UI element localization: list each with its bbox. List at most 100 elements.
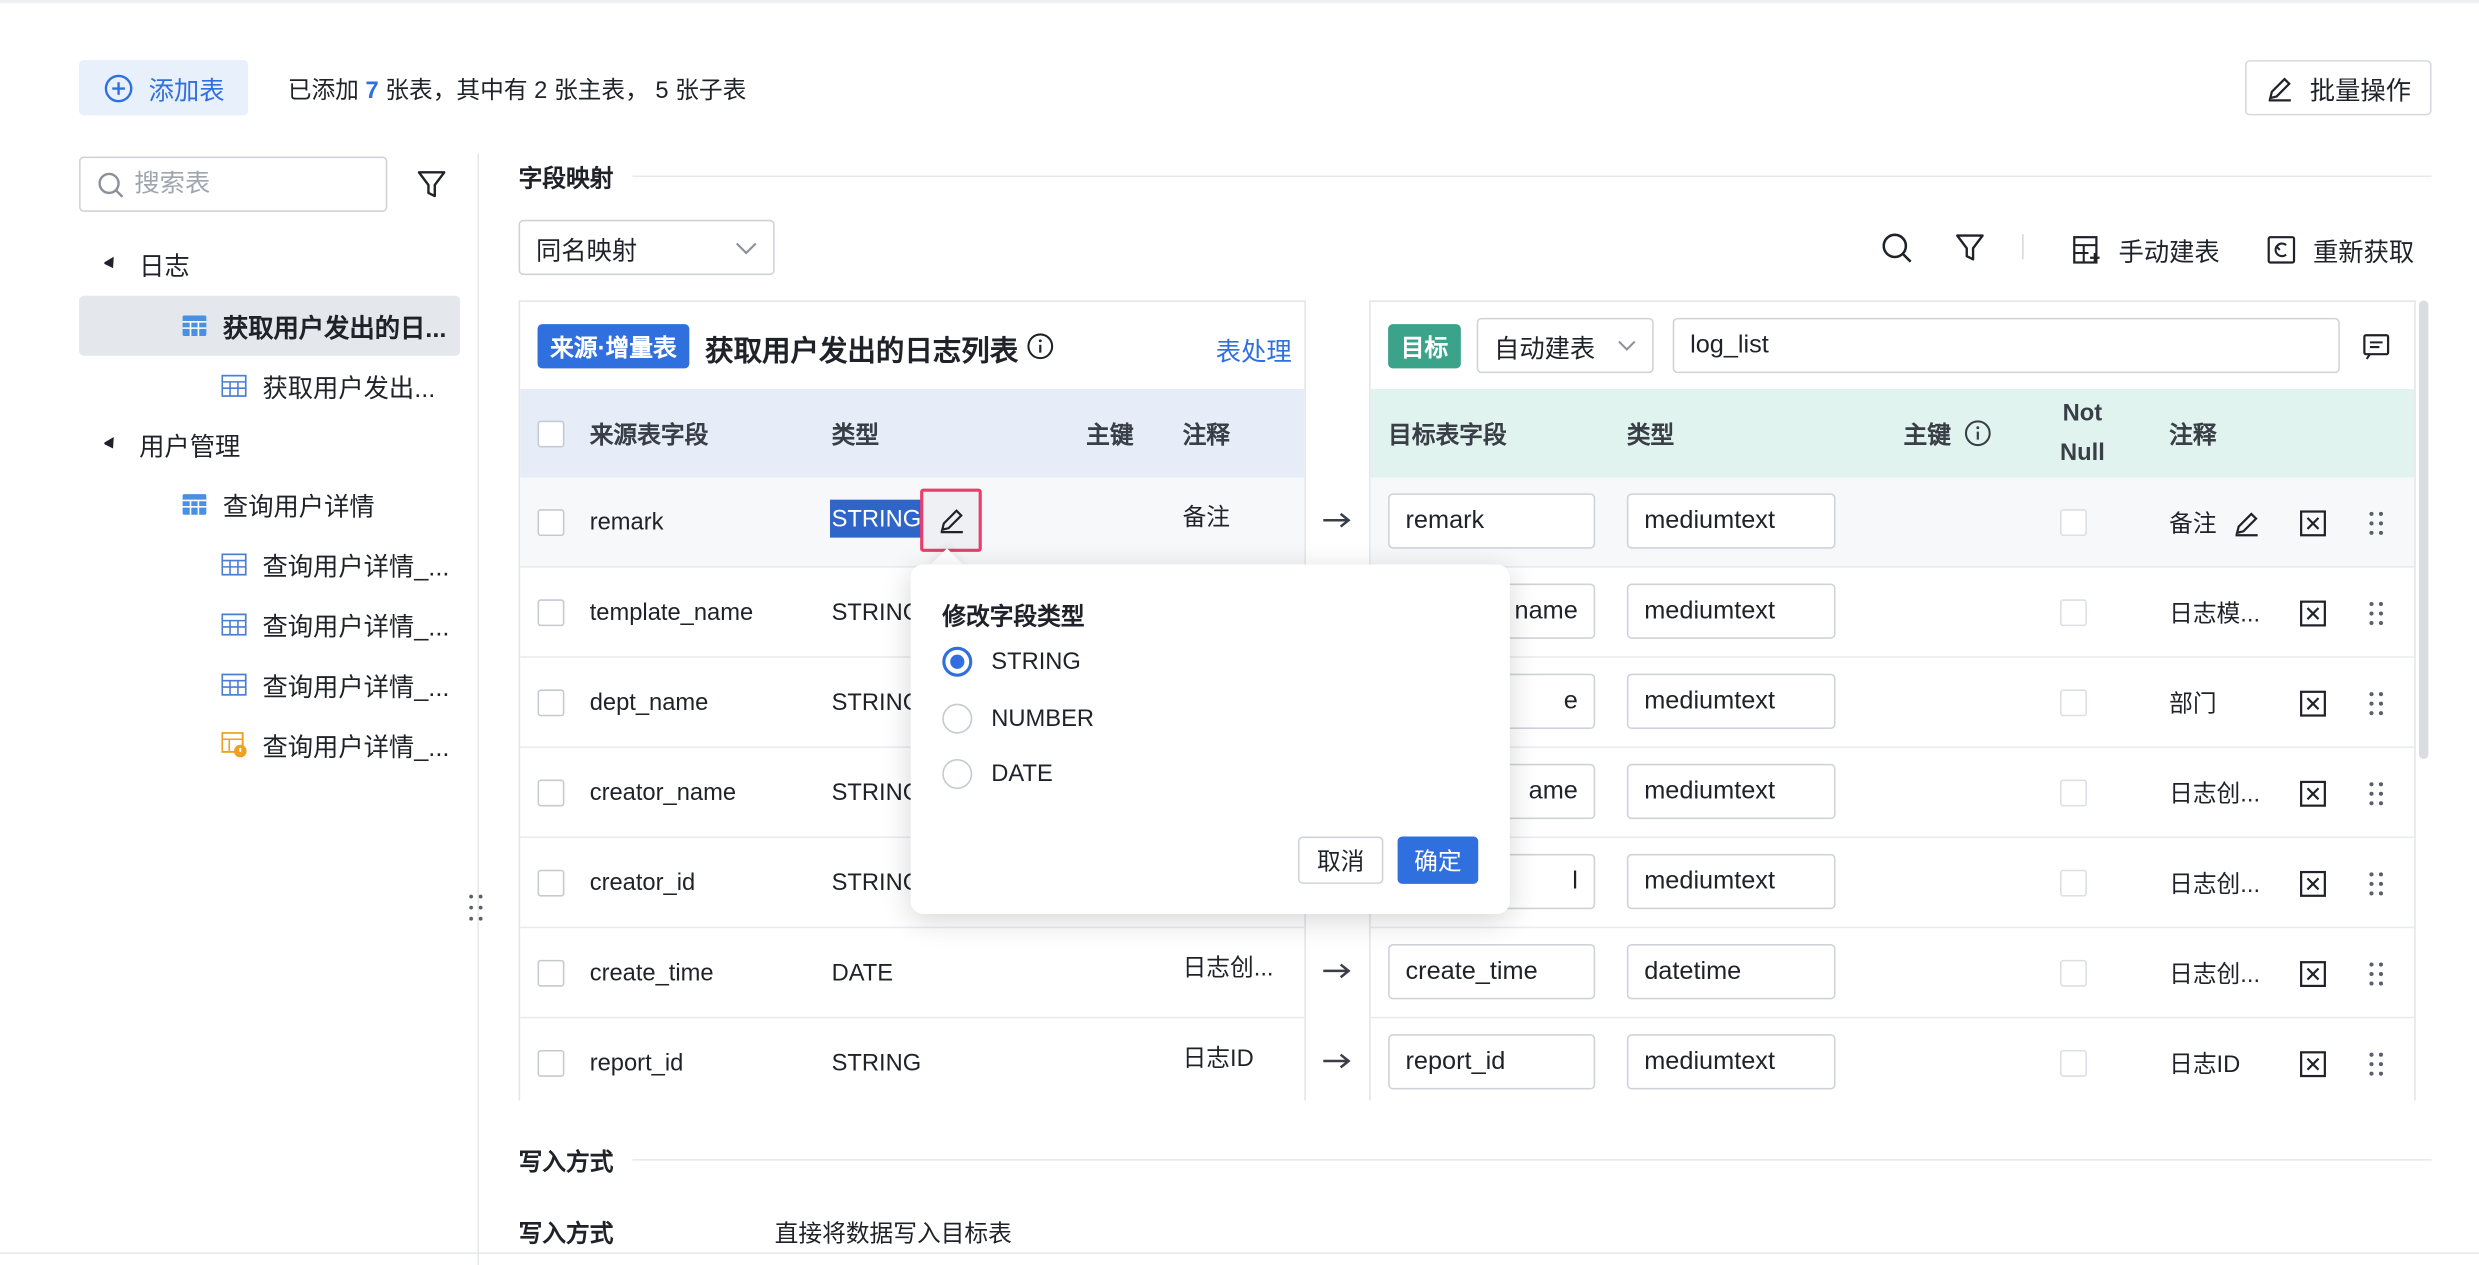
tree-group-label: 用户管理 [139,434,241,462]
not-null-checkbox[interactable] [2060,1049,2087,1077]
edit-type-button[interactable] [920,488,982,552]
target-type-input[interactable] [1626,944,1836,1000]
table-row[interactable]: 日志模... [1370,568,2415,658]
not-null-checkbox[interactable] [2060,509,2087,537]
radio-button[interactable] [942,703,973,734]
row-checkbox[interactable] [537,689,565,717]
tree-item-user-detail-sub-1[interactable]: 查询用户详情_... [221,534,458,594]
row-checkbox[interactable] [537,599,565,627]
source-table-title: 获取用户发出的日志列表 [705,335,1019,367]
comment-icon[interactable] [2362,332,2390,360]
row-checkbox[interactable] [537,959,565,987]
target-comment-text: 日志ID [2169,1051,2241,1079]
drag-handle-icon[interactable] [2368,959,2384,987]
delete-field-icon[interactable] [2299,599,2327,627]
filter-icon[interactable] [1953,231,1988,266]
chevron-down-icon [736,241,757,254]
arrow-right-icon [1323,1053,1351,1069]
filter-icon[interactable] [414,168,449,203]
tree-item-log-sub[interactable]: 获取用户发出... [221,356,458,416]
delete-field-icon[interactable] [2299,869,2327,897]
row-checkbox[interactable] [537,779,565,807]
batch-operation-label: 批量操作 [2309,78,2412,106]
radio-option-string[interactable]: STRING [942,646,1081,677]
drag-handle-icon[interactable] [2368,869,2384,897]
tree-group-log[interactable]: 日志 [104,234,468,294]
tree-item-log-list[interactable]: 获取用户发出的日... [79,295,461,356]
table-search-input[interactable] [134,169,356,199]
table-row[interactable]: 备注 [1370,477,2415,568]
page: 添加表 已添加 7 张表，其中有 2 张主表， 5 张子表 批量操作 日志 获取… [0,0,2479,1265]
row-checkbox[interactable] [537,509,565,537]
vertical-scrollbar[interactable] [2418,300,2429,759]
sub-table-icon [221,553,247,576]
info-icon[interactable] [1964,419,1992,447]
cancel-button[interactable]: 取消 [1297,836,1384,884]
drag-handle-icon[interactable] [2368,508,2384,536]
delete-field-icon[interactable] [2299,1049,2327,1077]
target-type-input[interactable] [1626,763,1836,820]
target-field-input[interactable] [1388,944,1596,1000]
table-row[interactable]: 日志创... [1370,928,2415,1019]
table-process-link[interactable]: 表处理 [1216,330,1292,368]
target-type-input[interactable] [1626,493,1836,549]
target-type-input[interactable] [1626,1034,1836,1090]
tree-item-user-detail[interactable]: 查询用户详情 [182,474,467,534]
delete-field-icon[interactable] [2299,689,2327,717]
table-row[interactable]: 日志ID [1371,1018,2414,1100]
delete-field-icon[interactable] [2299,779,2327,807]
add-table-button[interactable]: 添加表 [79,60,249,116]
drag-handle-icon[interactable] [2368,1049,2384,1077]
selected-type-text[interactable]: STRING [830,499,923,538]
not-null-checkbox[interactable] [2060,869,2087,897]
table-row[interactable]: report_id STRING 日志ID [520,1018,1304,1100]
tree-group-user-management[interactable]: 用户管理 [104,414,468,474]
table-row[interactable]: 日志创... [1370,748,2415,839]
drag-handle-icon[interactable] [2368,779,2384,807]
target-field-input[interactable] [1388,493,1596,549]
manual-create-table-button[interactable]: 手动建表 [2071,231,2220,269]
delete-field-icon[interactable] [2299,959,2327,987]
tree-item-user-detail-sub-2[interactable]: 查询用户详情_... [221,595,458,655]
target-type-input[interactable] [1626,673,1836,729]
radio-option-number[interactable]: NUMBER [942,703,1094,734]
search-icon[interactable] [1880,231,1915,266]
create-mode-select[interactable]: 自动建表 [1476,317,1654,374]
target-type-input[interactable] [1626,583,1836,639]
confirm-button[interactable]: 确定 [1397,836,1479,884]
row-checkbox[interactable] [537,869,565,897]
tree-item-user-detail-sub-4[interactable]: 查询用户详情_... [221,715,458,775]
row-checkbox[interactable] [537,1049,565,1077]
not-null-checkbox[interactable] [2060,959,2087,987]
target-type-input[interactable] [1626,853,1836,910]
not-null-checkbox[interactable] [2060,689,2087,717]
drag-handle-icon[interactable] [2368,689,2384,717]
radio-button[interactable] [942,646,973,677]
sub-table-icon [221,673,247,696]
table-row[interactable]: create_time DATE 日志创... [520,928,1305,1019]
target-field-input[interactable] [1388,1034,1596,1090]
target-table-name-input[interactable] [1672,317,2340,374]
radio-option-date[interactable]: DATE [942,759,1053,790]
radio-button[interactable] [942,759,973,790]
tree-item-label: 查询用户详情_... [262,735,450,763]
info-icon[interactable] [1026,332,1054,360]
batch-operation-button[interactable]: 批量操作 [2245,60,2432,116]
source-field-comment: 日志ID [1182,1045,1254,1073]
not-null-checkbox[interactable] [2060,779,2087,807]
summary-rest: 张表，其中有 2 张主表， 5 张子表 [385,77,747,105]
not-null-checkbox[interactable] [2060,599,2087,627]
delete-field-icon[interactable] [2299,508,2327,536]
drag-handle-icon[interactable] [2368,599,2384,627]
tree-item-user-detail-sub-3[interactable]: 查询用户详情_... [221,655,458,715]
select-all-checkbox[interactable] [537,419,565,447]
resize-handle-icon[interactable] [468,892,484,924]
target-comment-text: 日志创... [2169,871,2261,899]
refetch-button[interactable]: 重新获取 [2266,231,2414,269]
mapping-mode-select[interactable]: 同名映射 [518,219,775,276]
table-search[interactable] [79,156,388,212]
edit-icon[interactable] [2232,508,2260,536]
table-row[interactable]: 日志创... [1370,838,2415,929]
plus-circle-icon [104,73,133,102]
table-row[interactable]: 部门 [1370,658,2415,748]
